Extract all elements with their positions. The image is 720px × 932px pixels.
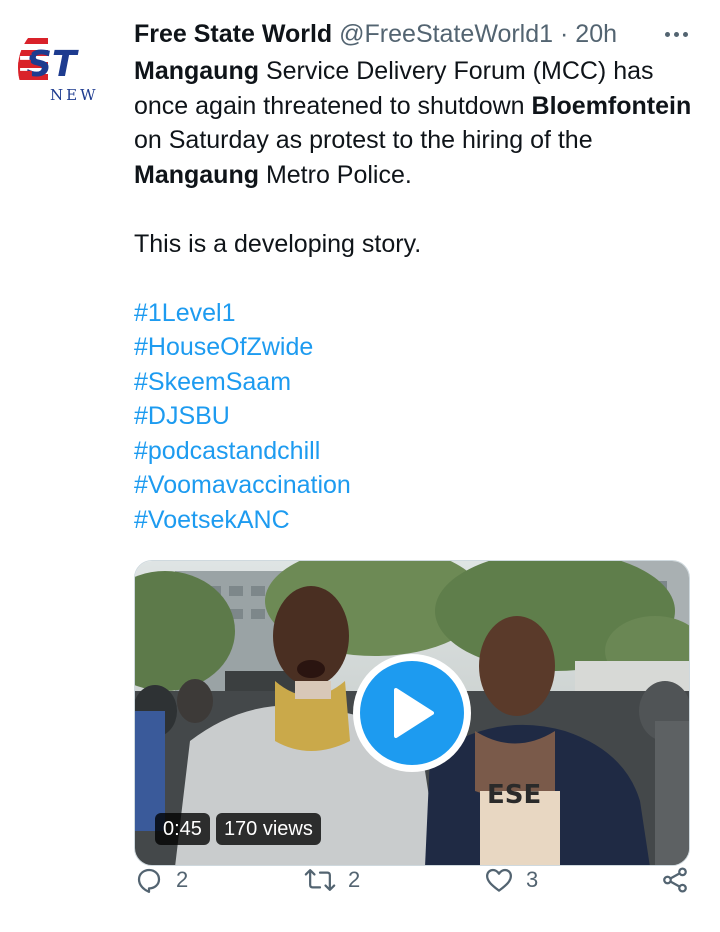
play-button[interactable] [353,654,471,772]
hashtag-link[interactable]: #DJSBU [134,399,694,434]
share-button[interactable] [660,860,690,900]
retweet-button[interactable]: 2 [304,860,360,900]
more-icon[interactable] [656,18,696,50]
tweet-body: Mangaung Service Delivery Forum (MCC) ha… [134,54,694,537]
avatar[interactable]: ST E NEW [18,18,118,118]
tweet-text-bold: Mangaung [134,57,259,85]
like-count: 3 [526,867,539,892]
video-player[interactable]: ESE 0:45 170 views [134,560,690,866]
like-icon [486,868,512,892]
tweet-actions: 2 2 3 [134,860,694,900]
shirt-text: ESE [487,780,541,810]
tweet-text: Mangaung Service Delivery Forum (MCC) ha… [134,54,694,192]
hashtag-link[interactable]: #Voomavaccination [134,468,694,503]
like-button[interactable]: 3 [484,860,538,900]
tweet-time[interactable]: 20h [575,20,617,48]
hashtag-link[interactable]: #podcastandchill [134,434,694,469]
display-name[interactable]: Free State World [134,20,332,48]
retweet-icon [304,869,336,891]
tweet-text-bold: Bloemfontein [531,91,692,120]
share-icon [663,867,687,893]
tweet-text-segment: on Saturday as protest to the hiring of … [134,126,593,154]
reply-button[interactable]: 2 [134,860,188,900]
tweet-header: Free State World @FreeStateWorld1 · 20h [134,18,704,50]
svg-text:E: E [18,44,35,85]
tweet-text-segment: Metro Police. [259,160,412,189]
video-stats: 0:45 170 views [155,813,321,845]
tweet-text-line2: This is a developing story. [134,229,422,258]
news-logo: ST E NEW [18,18,118,118]
hashtag-link[interactable]: #SkeemSaam [134,365,694,400]
video-views: 170 views [215,813,321,845]
tweet-card: ST E NEW Free State World @FreeStateWorl… [0,0,720,932]
reply-icon [137,868,161,893]
user-handle[interactable]: @FreeStateWorld1 [339,20,553,48]
video-duration: 0:45 [155,813,210,845]
hashtag-link[interactable]: #VoetsekANC [134,503,694,538]
separator-dot: · [560,20,569,48]
play-icon [360,661,464,765]
hashtag-link[interactable]: #HouseOfZwide [134,330,694,365]
svg-text:NEW: NEW [50,86,99,104]
reply-count: 2 [176,867,189,892]
retweet-count: 2 [348,867,361,892]
hashtag-link[interactable]: #1Level1 [134,296,694,331]
tweet-text-bold: Mangaung [134,160,259,189]
